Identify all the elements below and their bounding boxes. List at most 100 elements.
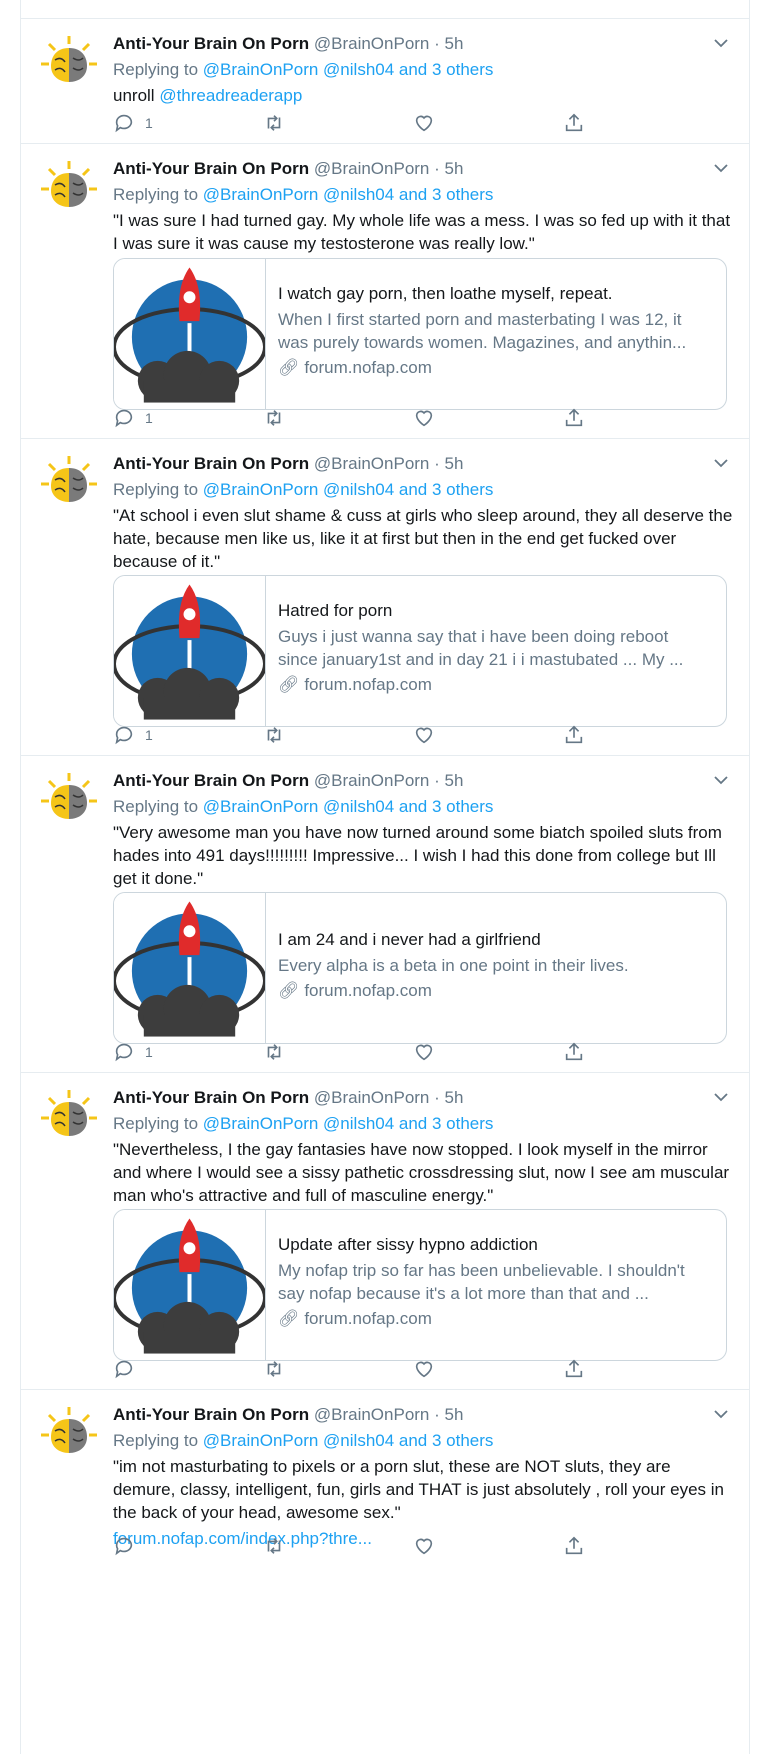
timestamp[interactable]: 5h — [445, 159, 464, 178]
user-handle[interactable]: @BrainOnPorn — [314, 34, 430, 53]
reply-mentions-link[interactable]: @BrainOnPorn @nilsh04 and 3 others — [203, 185, 494, 204]
tweet-header: Anti-Your Brain On Porn @BrainOnPorn · 5… — [113, 158, 733, 180]
share-icon — [565, 725, 583, 744]
reply-count: 1 — [145, 1044, 153, 1060]
avatar-brain-icon[interactable] — [39, 1405, 99, 1465]
display-name[interactable]: Anti-Your Brain On Porn — [113, 159, 309, 178]
separator-dot: · — [434, 454, 440, 473]
rocket-thumbnail-icon — [114, 259, 266, 409]
retweet-icon — [267, 1044, 281, 1060]
retweet-icon — [267, 410, 281, 426]
tweet-header: Anti-Your Brain On Porn @BrainOnPorn · 5… — [113, 453, 733, 475]
reply-button[interactable]: 1 — [113, 723, 153, 747]
display-name[interactable]: Anti-Your Brain On Porn — [113, 1405, 309, 1424]
link-card[interactable]: I watch gay porn, then loathe myself, re… — [113, 258, 727, 410]
like-button[interactable] — [413, 1534, 435, 1558]
timestamp[interactable]: 5h — [445, 454, 464, 473]
display-name[interactable]: Anti-Your Brain On Porn — [113, 1088, 309, 1107]
retweet-button[interactable] — [263, 1534, 285, 1558]
reply-button[interactable]: 1 — [113, 111, 153, 135]
reply-icon — [115, 409, 133, 428]
reply-prefix: Replying to — [113, 797, 199, 816]
retweet-button[interactable] — [263, 1357, 285, 1381]
tweet-text: unroll @threadreaderapp — [113, 84, 733, 107]
reply-button[interactable] — [113, 1534, 145, 1558]
user-handle[interactable]: @BrainOnPorn — [314, 1088, 430, 1107]
user-handle[interactable]: @BrainOnPorn — [314, 1405, 430, 1424]
retweet-button[interactable] — [263, 406, 285, 430]
reply-button[interactable]: 1 — [113, 406, 153, 430]
reply-prefix: Replying to — [113, 480, 199, 499]
card-description: Every alpha is a beta in one point in th… — [278, 956, 629, 975]
retweet-button[interactable] — [263, 1040, 285, 1064]
share-button[interactable] — [563, 111, 585, 135]
tweet[interactable]: Anti-Your Brain On Porn @BrainOnPorn · 5… — [21, 1390, 749, 1560]
card-title: I am 24 and i never had a girlfriend — [278, 930, 541, 949]
tweet[interactable]: Anti-Your Brain On Porn @BrainOnPorn · 5… — [21, 144, 749, 439]
share-icon — [565, 113, 583, 132]
like-button[interactable] — [413, 406, 435, 430]
card-domain-text: forum.nofap.com — [304, 358, 432, 377]
reply-mentions-link[interactable]: @BrainOnPorn @nilsh04 and 3 others — [203, 1114, 494, 1133]
reply-button[interactable]: 1 — [113, 1040, 153, 1064]
retweet-icon — [267, 727, 281, 743]
share-button[interactable] — [563, 1534, 585, 1558]
display-name[interactable]: Anti-Your Brain On Porn — [113, 34, 309, 53]
share-button[interactable] — [563, 1357, 585, 1381]
heart-icon — [415, 1538, 433, 1555]
reply-mentions-link[interactable]: @BrainOnPorn @nilsh04 and 3 others — [203, 1431, 494, 1450]
tweet-text: "Nevertheless, I the gay fantasies have … — [113, 1140, 730, 1205]
tweet[interactable]: Anti-Your Brain On Porn @BrainOnPorn · 5… — [21, 19, 749, 144]
card-domain-text: forum.nofap.com — [304, 675, 432, 694]
avatar-brain-icon[interactable] — [39, 771, 99, 831]
reply-mentions-link[interactable]: @BrainOnPorn @nilsh04 and 3 others — [203, 797, 494, 816]
card-domain: 🔗︎ forum.nofap.com — [278, 1308, 712, 1330]
rocket-thumbnail-icon — [114, 576, 266, 726]
avatar-brain-icon[interactable] — [39, 454, 99, 514]
reply-count: 1 — [145, 410, 153, 426]
heart-icon — [415, 1044, 433, 1061]
share-button[interactable] — [563, 406, 585, 430]
heart-icon — [415, 115, 433, 132]
tweet[interactable]: Anti-Your Brain On Porn @BrainOnPorn · 5… — [21, 1073, 749, 1390]
tweet-actions: 1 — [113, 111, 673, 135]
user-handle[interactable]: @BrainOnPorn — [314, 454, 430, 473]
mention-link[interactable]: @threadreaderapp — [159, 86, 302, 105]
like-button[interactable] — [413, 1040, 435, 1064]
timestamp[interactable]: 5h — [445, 771, 464, 790]
retweet-button[interactable] — [263, 111, 285, 135]
reply-mentions-link[interactable]: @BrainOnPorn @nilsh04 and 3 others — [203, 480, 494, 499]
like-button[interactable] — [413, 111, 435, 135]
reply-button[interactable] — [113, 1357, 145, 1381]
reply-prefix: Replying to — [113, 1431, 199, 1450]
avatar-brain-icon[interactable] — [39, 1088, 99, 1148]
timestamp[interactable]: 5h — [445, 34, 464, 53]
avatar-brain-icon[interactable] — [39, 34, 99, 94]
display-name[interactable]: Anti-Your Brain On Porn — [113, 454, 309, 473]
tweet[interactable]: Anti-Your Brain On Porn @BrainOnPorn · 5… — [21, 756, 749, 1073]
like-button[interactable] — [413, 723, 435, 747]
share-icon — [565, 1042, 583, 1061]
retweet-button[interactable] — [263, 723, 285, 747]
tweet[interactable]: Anti-Your Brain On Porn @BrainOnPorn · 5… — [21, 439, 749, 756]
user-handle[interactable]: @BrainOnPorn — [314, 771, 430, 790]
tweet-actions — [113, 1357, 673, 1381]
link-card[interactable]: Hatred for porn Guys i just wanna say th… — [113, 575, 727, 727]
timestamp[interactable]: 5h — [445, 1088, 464, 1107]
tweet-text-body: unroll — [113, 86, 155, 105]
link-icon: 🔗︎ — [278, 358, 300, 377]
heart-icon — [415, 727, 433, 744]
link-card[interactable]: Update after sissy hypno addiction My no… — [113, 1209, 727, 1361]
share-button[interactable] — [563, 1040, 585, 1064]
share-button[interactable] — [563, 723, 585, 747]
avatar-brain-icon[interactable] — [39, 159, 99, 219]
user-handle[interactable]: @BrainOnPorn — [314, 159, 430, 178]
reply-mentions-link[interactable]: @BrainOnPorn @nilsh04 and 3 others — [203, 60, 494, 79]
timestamp[interactable]: 5h — [445, 1405, 464, 1424]
card-description: When I first started porn and masterbati… — [278, 310, 687, 352]
link-card[interactable]: I am 24 and i never had a girlfriend Eve… — [113, 892, 727, 1044]
timeline: Anti-Your Brain On Porn @BrainOnPorn · 5… — [20, 0, 750, 1754]
display-name[interactable]: Anti-Your Brain On Porn — [113, 771, 309, 790]
reply-context: Replying to @BrainOnPorn @nilsh04 and 3 … — [113, 184, 733, 206]
like-button[interactable] — [413, 1357, 435, 1381]
